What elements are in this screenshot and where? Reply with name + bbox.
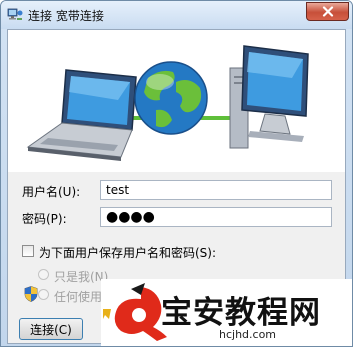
password-input[interactable]: ●●●● [100,207,332,227]
watermark-brand: 宝安教程网 [161,295,321,331]
window-title: 连接 宽带连接 [28,9,104,23]
username-input[interactable]: test [100,180,332,200]
password-label: 密码(P): [22,212,67,226]
uac-shield-icon [24,286,38,302]
username-label: 用户名(U): [22,185,81,199]
connect-button[interactable]: 连接(C) [19,318,83,340]
close-button[interactable] [306,2,349,21]
radio-me[interactable] [38,269,49,280]
title-bar[interactable]: 连接 宽带连接 [1,1,352,29]
connect-dialog-window: 连接 宽带连接 用户名(U): test 密码(P): ●●●● 为下面用户保存… [0,0,353,347]
network-connection-icon [7,8,23,20]
connection-banner [8,30,345,172]
watermark-domain: hcjhd.com [219,328,277,341]
radio-anyone[interactable] [38,289,49,300]
save-credentials-label: 为下面用户保存用户名和密码(S): [39,246,217,260]
radio-anyone-label: 任何使用 [54,290,103,304]
desktop-computer-icon [229,45,309,149]
laptop-icon [26,69,137,161]
globe-icon [134,61,208,135]
save-credentials-checkbox[interactable] [22,245,34,257]
close-icon [322,6,333,17]
